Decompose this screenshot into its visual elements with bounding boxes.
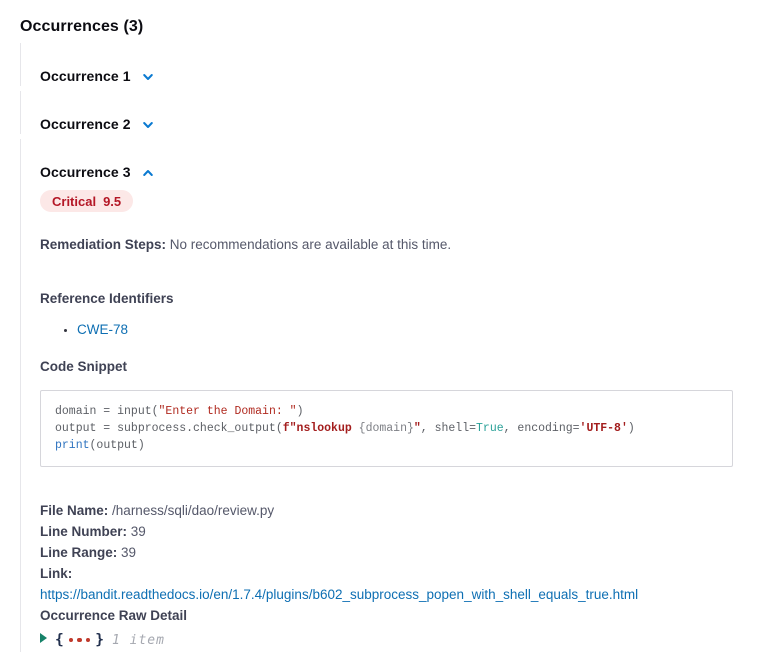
line-number-label: Line Number:: [40, 524, 127, 539]
chevron-down-icon[interactable]: [141, 118, 155, 132]
triangle-right-icon[interactable]: [40, 633, 47, 643]
severity-score: 9.5: [103, 194, 121, 209]
occurrence-1-toggle[interactable]: Occurrence 1: [40, 67, 751, 86]
file-name-row: File Name: /harness/sqli/dao/review.py: [40, 500, 751, 521]
occurrence-1-label: Occurrence 1: [40, 67, 131, 86]
code-snippet-heading: Code Snippet: [40, 358, 751, 376]
file-name-value: /harness/sqli/dao/review.py: [112, 503, 274, 518]
occurrence-2-toggle[interactable]: Occurrence 2: [40, 115, 751, 134]
page-title: Occurrences (3): [20, 17, 751, 36]
occurrence-3-label: Occurrence 3: [40, 163, 131, 182]
occurrences-panel: Occurrences (3) Occurrence 1 Occurrence …: [0, 0, 771, 652]
reference-list-item: CWE-78: [77, 321, 751, 339]
line-range-label: Line Range:: [40, 545, 117, 560]
code-snippet: domain = input("Enter the Domain: ")outp…: [40, 390, 733, 467]
severity-badge: Critical 9.5: [40, 190, 133, 212]
reference-identifiers-heading: Reference Identifiers: [40, 290, 751, 308]
link-label: Link:: [40, 566, 72, 581]
link-row: Link:: [40, 563, 751, 584]
bandit-doc-link[interactable]: https://bandit.readthedocs.io/en/1.7.4/p…: [40, 587, 638, 602]
severity-label: Critical: [52, 194, 96, 209]
remediation-label: Remediation Steps:: [40, 237, 166, 252]
open-brace: {: [55, 632, 64, 648]
remediation-text: No recommendations are available at this…: [170, 237, 451, 252]
chevron-down-icon[interactable]: [141, 70, 155, 84]
line-number-row: Line Number: 39: [40, 521, 751, 542]
cwe-link[interactable]: CWE-78: [77, 322, 128, 337]
remediation-steps: Remediation Steps: No recommendations ar…: [40, 235, 751, 254]
reference-list: CWE-78: [77, 321, 751, 339]
occurrence-section-2: Occurrence 2: [20, 91, 751, 134]
raw-detail-heading: Occurrence Raw Detail: [40, 605, 751, 626]
occurrence-3-toggle[interactable]: Occurrence 3: [40, 163, 751, 182]
line-range-value: 39: [121, 545, 136, 560]
link-url-row: https://bandit.readthedocs.io/en/1.7.4/p…: [40, 584, 751, 605]
chevron-up-icon[interactable]: [141, 166, 155, 180]
occurrence-2-label: Occurrence 2: [40, 115, 131, 134]
line-number-value: 39: [131, 524, 146, 539]
ellipsis-dots-icon: [69, 638, 91, 643]
occurrence-section-3: Occurrence 3 Critical 9.5 Remediation St…: [20, 139, 751, 652]
occurrence-section-1: Occurrence 1: [20, 43, 751, 86]
raw-detail-json-tree: { } 1 item: [40, 632, 751, 648]
item-count: 1 item: [112, 633, 165, 648]
file-name-label: File Name:: [40, 503, 108, 518]
collapsed-object-toggle[interactable]: { }: [55, 632, 104, 648]
occurrence-metadata: File Name: /harness/sqli/dao/review.py L…: [40, 500, 751, 626]
line-range-row: Line Range: 39: [40, 542, 751, 563]
close-brace: }: [95, 632, 104, 648]
